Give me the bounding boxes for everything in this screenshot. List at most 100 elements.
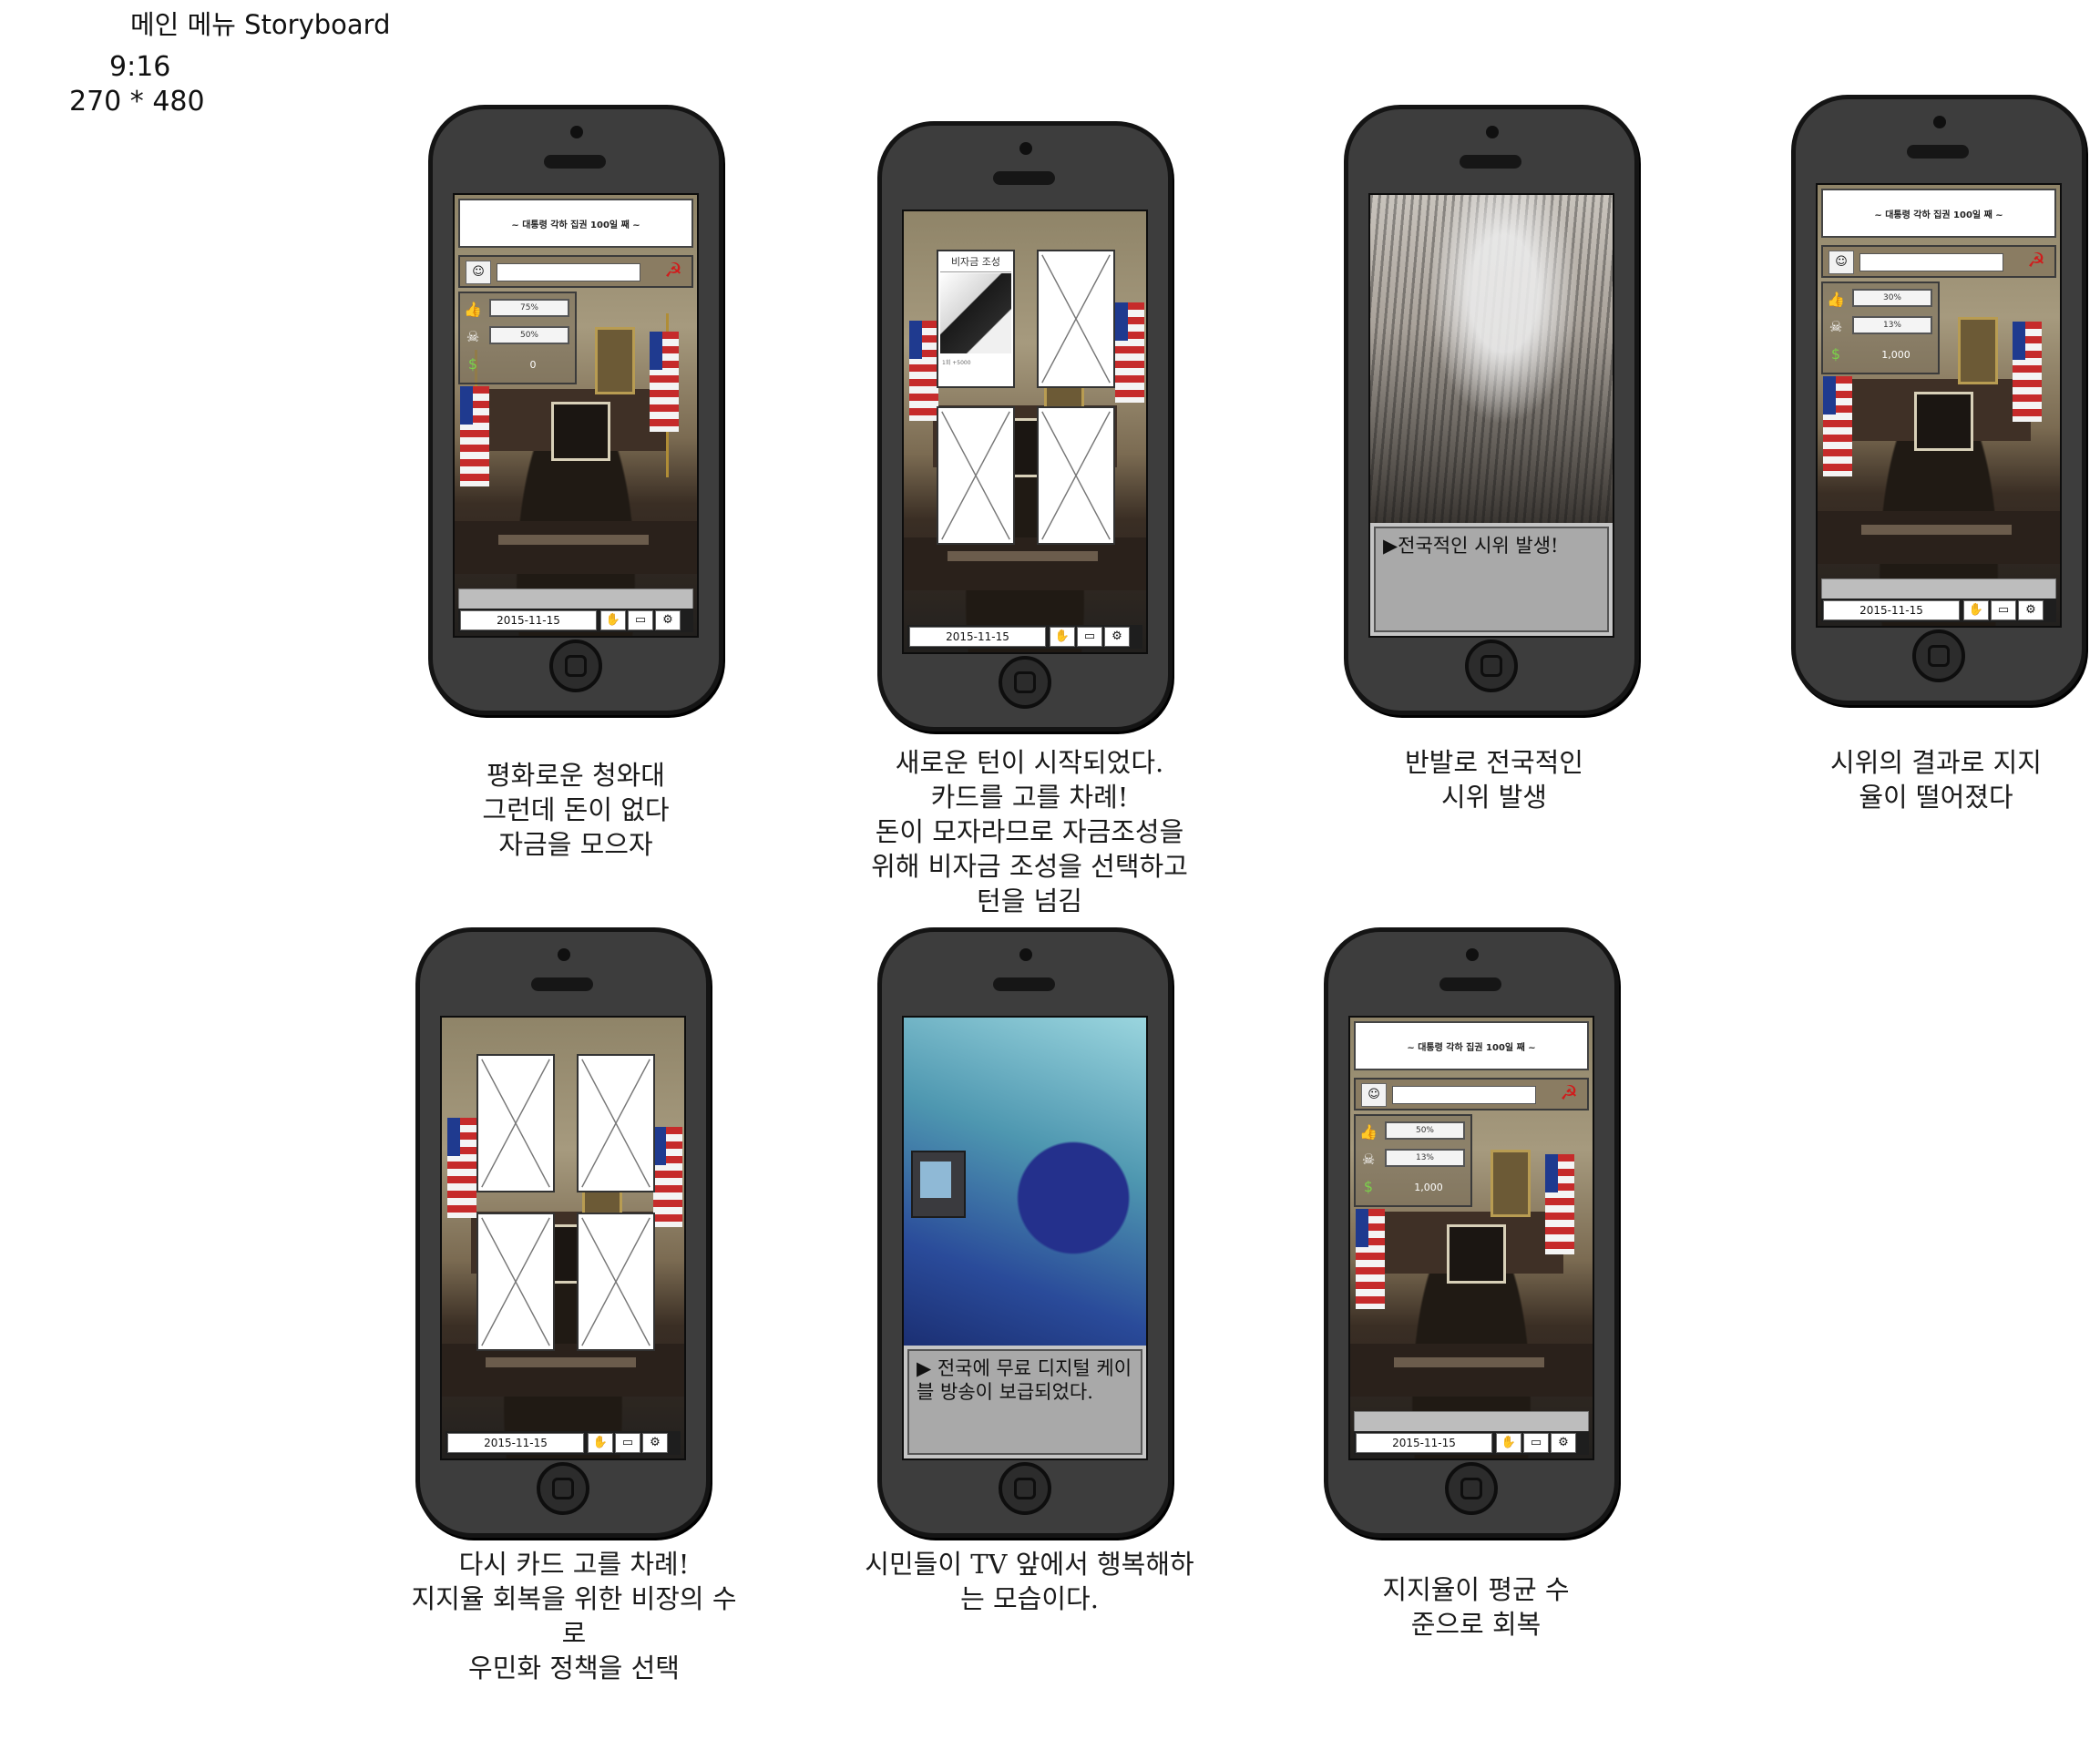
- camera-dot: [570, 126, 583, 138]
- caption-7: 지지율이 평균 수 준으로 회복: [1382, 1574, 1570, 1640]
- hand-icon[interactable]: ✋: [1050, 627, 1075, 647]
- status-row: ☺ ☭: [1354, 1078, 1589, 1110]
- speaker-slot: [544, 155, 606, 169]
- approval-bar: 50%: [1385, 1121, 1465, 1140]
- book-icon[interactable]: ▭: [1991, 600, 2016, 620]
- handshake-image: [940, 273, 1011, 353]
- camera-dot: [558, 948, 570, 961]
- card-slot-3[interactable]: [476, 1213, 555, 1351]
- game-screen-7: ~ 대통령 각하 집권 100일 째 ~ ☺ ☭ 👍 50% ☠ 13% $ 1…: [1348, 1016, 1594, 1460]
- unrest-bar: 13%: [1852, 316, 1932, 334]
- date-display: 2015-11-15: [1823, 600, 1960, 620]
- card-slot-2[interactable]: [577, 1054, 655, 1192]
- event-text: ▶ 전국에 무료 디지털 케이블 방송이 보급되었다.: [907, 1349, 1142, 1455]
- tv-viewers-photo: [904, 1018, 1146, 1346]
- money-icon: $: [467, 355, 478, 373]
- card-effect: 1회 +5000: [942, 360, 971, 366]
- caption-1: 평화로운 청와대 그런데 돈이 없다 자금을 모으자: [482, 760, 670, 860]
- leader-avatar-icon[interactable]: ☺: [1829, 251, 1854, 274]
- skull-icon: ☠: [1361, 1151, 1376, 1168]
- thumbs-up-icon: 👍: [1827, 291, 1845, 308]
- gear-icon[interactable]: ⚙: [1104, 627, 1130, 647]
- tv-set: [911, 1151, 966, 1218]
- gear-icon[interactable]: ⚙: [1551, 1433, 1576, 1453]
- message-bar: [458, 588, 693, 610]
- date-display: 2015-11-15: [909, 627, 1046, 647]
- date-display: 2015-11-15: [460, 610, 597, 630]
- hammer-sickle-icon: ☭: [1560, 1082, 1578, 1105]
- date-display: 2015-11-15: [447, 1433, 584, 1453]
- card-slot-2[interactable]: [1037, 250, 1115, 388]
- gear-icon[interactable]: ⚙: [655, 610, 681, 630]
- thumbs-up-icon: 👍: [1359, 1123, 1378, 1141]
- protest-photo: [1370, 195, 1613, 523]
- message-bar: [1354, 1411, 1589, 1433]
- camera-dot: [1019, 142, 1032, 155]
- us-flag-right: [650, 332, 679, 432]
- card-slot-4[interactable]: [1037, 406, 1115, 545]
- gear-icon[interactable]: ⚙: [642, 1433, 668, 1453]
- home-button[interactable]: [1465, 640, 1518, 692]
- us-flag-left: [1823, 376, 1852, 476]
- phone-frame-3: ▶전국적인 시위 발생!: [1344, 105, 1639, 715]
- message-bar: [1821, 578, 2056, 600]
- book-icon[interactable]: ▭: [1077, 627, 1102, 647]
- phone-frame-4: ~ 대통령 각하 집권 100일 째 ~ ☺ ☭ 👍 30% ☠ 13% $ 1…: [1791, 95, 2086, 705]
- card-slot-4[interactable]: [577, 1213, 655, 1351]
- home-button[interactable]: [549, 640, 602, 692]
- us-flag-left: [447, 1118, 476, 1218]
- approval-bar: 75%: [489, 299, 569, 317]
- hammer-sickle-icon: ☭: [2027, 250, 2045, 272]
- bottom-toolbar: 2015-11-15 ✋ ▭ ⚙: [446, 1431, 681, 1455]
- card-slush-fund[interactable]: 비자금 조성 1회 +5000: [937, 250, 1015, 388]
- hammer-sickle-icon: ☭: [664, 260, 682, 282]
- stats-panel: 👍 75% ☠ 50% $ 0: [458, 292, 577, 384]
- speaker-slot: [1439, 977, 1501, 991]
- resolution-label: 270 * 480: [69, 86, 205, 118]
- leader-avatar-icon[interactable]: ☺: [466, 261, 491, 284]
- stats-panel: 👍 50% ☠ 13% $ 1,000: [1354, 1114, 1472, 1207]
- us-flag-right: [2013, 322, 2042, 422]
- hand-icon[interactable]: ✋: [1496, 1433, 1521, 1453]
- home-button[interactable]: [999, 656, 1051, 709]
- hand-icon[interactable]: ✋: [1963, 600, 1989, 620]
- day-banner: ~ 대통령 각하 집권 100일 째 ~: [1354, 1021, 1589, 1070]
- book-icon[interactable]: ▭: [628, 610, 653, 630]
- book-icon[interactable]: ▭: [615, 1433, 640, 1453]
- us-flag-left: [460, 386, 489, 486]
- skull-icon: ☠: [1829, 318, 1843, 335]
- phone-frame-1: ~ 대통령 각하 집권 100일 째 ~ ☺ ☭ 👍 75% ☠ 50% $ 0…: [428, 105, 723, 715]
- caption-4: 시위의 결과로 지지 율이 떨어졌다: [1830, 747, 2042, 813]
- caption-2: 새로운 턴이 시작되었다. 카드를 고를 차례! 돈이 모자라므로 자금조성을 …: [871, 747, 1188, 916]
- event-screen-tv: ▶ 전국에 무료 디지털 케이블 방송이 보급되었다.: [902, 1016, 1148, 1460]
- leader-name-bar: [497, 263, 640, 281]
- unrest-bar: 13%: [1385, 1149, 1465, 1167]
- bottom-toolbar: 2015-11-15 ✋ ▭ ⚙: [1821, 599, 2056, 622]
- approval-bar: 30%: [1852, 289, 1932, 307]
- us-flag-right: [1115, 302, 1144, 403]
- us-flag-right: [1545, 1154, 1574, 1254]
- storyboard-title: 메인 메뉴 Storyboard: [130, 9, 391, 40]
- hand-icon[interactable]: ✋: [600, 610, 626, 630]
- home-button[interactable]: [1912, 629, 1965, 682]
- hand-icon[interactable]: ✋: [588, 1433, 613, 1453]
- bottom-toolbar: 2015-11-15 ✋ ▭ ⚙: [1354, 1431, 1589, 1455]
- speaker-slot: [1460, 155, 1521, 169]
- gear-icon[interactable]: ⚙: [2018, 600, 2044, 620]
- game-screen-5: 2015-11-15 ✋ ▭ ⚙: [440, 1016, 686, 1460]
- phone-frame-2: 비자금 조성 1회 +5000 2015-11-15 ✋ ▭ ⚙: [877, 121, 1173, 732]
- book-icon[interactable]: ▭: [1523, 1433, 1549, 1453]
- home-button[interactable]: [1445, 1462, 1498, 1515]
- date-display: 2015-11-15: [1356, 1433, 1492, 1453]
- leader-avatar-icon[interactable]: ☺: [1361, 1083, 1387, 1107]
- card-slot-1[interactable]: [476, 1054, 555, 1192]
- home-button[interactable]: [537, 1462, 589, 1515]
- phone-frame-6: ▶ 전국에 무료 디지털 케이블 방송이 보급되었다.: [877, 927, 1173, 1538]
- skull-icon: ☠: [466, 328, 480, 345]
- day-banner: ~ 대통령 각하 집권 100일 째 ~: [1821, 189, 2056, 238]
- phone-frame-5: 2015-11-15 ✋ ▭ ⚙: [415, 927, 711, 1538]
- money-value: 1,000: [1881, 349, 1910, 361]
- home-button[interactable]: [999, 1462, 1051, 1515]
- card-slot-3[interactable]: [937, 406, 1015, 545]
- stats-panel: 👍 30% ☠ 13% $ 1,000: [1821, 281, 1940, 374]
